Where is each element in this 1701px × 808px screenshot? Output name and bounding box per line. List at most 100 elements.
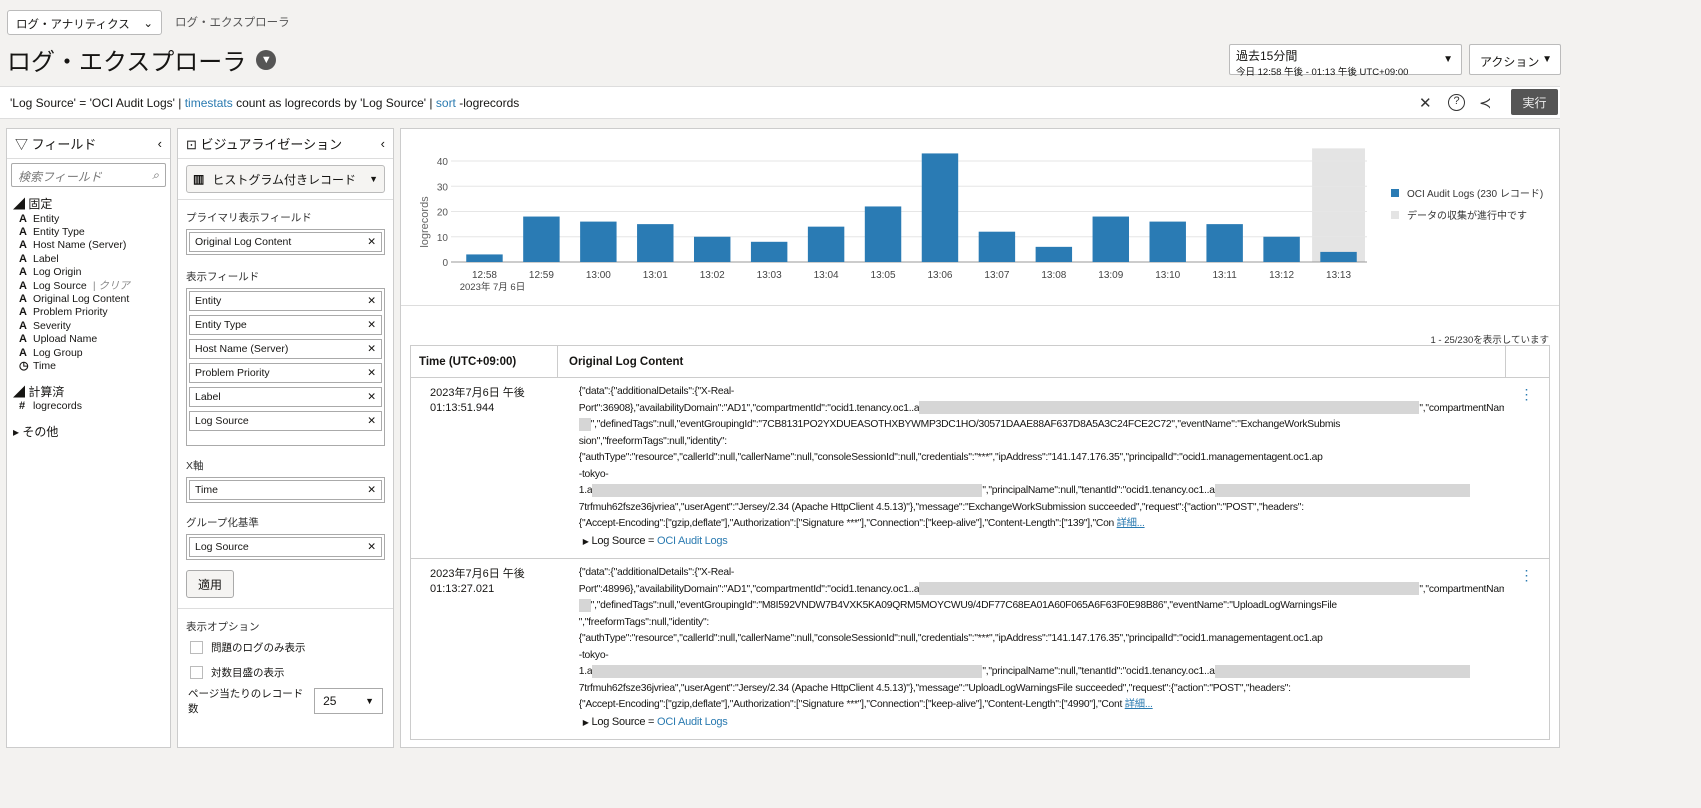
- actions-button[interactable]: アクション ▼: [1469, 44, 1561, 75]
- field-item[interactable]: A Problem Priority: [7, 306, 170, 319]
- column-header-content[interactable]: Original Log Content: [558, 346, 1506, 377]
- field-item[interactable]: A Upload Name: [7, 333, 170, 346]
- field-item[interactable]: A Log Group: [7, 346, 170, 359]
- bar: [1263, 236, 1300, 262]
- time-range-value: 過去15分間: [1236, 49, 1298, 63]
- log-text: ","principalName":null,"tenantId":"ocid1…: [982, 485, 1215, 496]
- y-tick-label: 20: [437, 208, 449, 219]
- redacted-block: [578, 598, 591, 612]
- filter-icon[interactable]: ▼: [256, 49, 277, 70]
- row-actions-icon[interactable]: ⋮: [1504, 378, 1549, 558]
- field-chip[interactable]: Host Name (Server) ✕: [189, 339, 382, 359]
- time-range-select[interactable]: 過去15分間 今日 12:58 午後 - 01:13 午後 UTC+09:00 ▼: [1229, 44, 1462, 78]
- remove-icon[interactable]: ✕: [367, 415, 376, 427]
- remove-icon[interactable]: ✕: [367, 484, 376, 496]
- bar: [1092, 216, 1130, 262]
- field-item[interactable]: A Label: [7, 252, 170, 265]
- field-chip[interactable]: Log Source ✕: [189, 411, 382, 431]
- log-text: {"Accept-Encoding":["gzip,deflate"],"Aut…: [578, 699, 1125, 710]
- collapse-icon[interactable]: ‹: [381, 136, 385, 151]
- checkbox-label: 対数目盛の表示: [211, 667, 285, 679]
- field-item[interactable]: # logrecords: [7, 400, 170, 413]
- bar: [637, 224, 674, 262]
- field-type-icon: A: [19, 346, 27, 359]
- field-chip[interactable]: Log Source ✕: [189, 537, 382, 557]
- field-chip[interactable]: Label ✕: [189, 387, 382, 407]
- breadcrumb[interactable]: ログ・エクスプローラ: [175, 14, 290, 30]
- group-pinned[interactable]: ◢ 固定: [7, 191, 170, 212]
- primary-field-label: プライマリ表示フィールド: [186, 212, 312, 224]
- x-tick-label: 13:04: [814, 270, 839, 281]
- group-computed[interactable]: ◢ 計算済: [7, 379, 170, 400]
- attr-label: Log Source =: [591, 534, 658, 547]
- remove-icon[interactable]: ✕: [367, 236, 376, 248]
- field-item[interactable]: A Severity: [7, 319, 170, 332]
- x-tick-label: 13:01: [643, 270, 668, 281]
- histogram-icon: ▥: [193, 172, 205, 186]
- remove-icon[interactable]: ✕: [367, 319, 376, 331]
- per-page-label: ページ当たりのレコード数: [188, 688, 304, 715]
- details-link[interactable]: 詳細...: [1117, 518, 1145, 529]
- x-tick-label: 13:00: [586, 270, 611, 281]
- field-type-icon: A: [19, 306, 27, 319]
- share-icon[interactable]: ≺: [1479, 94, 1492, 112]
- field-item[interactable]: A Original Log Content: [7, 292, 170, 305]
- log-line: sion","freeformTags":null,"identity":: [579, 434, 1504, 451]
- field-item[interactable]: A Log Source | クリア: [7, 278, 170, 293]
- y-tick-label: 30: [437, 182, 449, 193]
- field-chip[interactable]: Original Log Content ✕: [189, 232, 382, 252]
- redacted-block: [592, 483, 983, 497]
- attr-value-link[interactable]: OCI Audit Logs: [657, 535, 728, 547]
- field-chip[interactable]: Problem Priority ✕: [189, 363, 382, 383]
- x-tick-label: 13:03: [757, 270, 782, 281]
- field-chip[interactable]: Entity Type ✕: [189, 315, 382, 335]
- log-scale-checkbox[interactable]: 対数目盛の表示: [178, 659, 393, 684]
- field-item[interactable]: A Log Origin: [7, 266, 170, 279]
- help-icon[interactable]: ?: [1448, 94, 1465, 111]
- remove-icon[interactable]: ✕: [367, 295, 376, 307]
- apply-button[interactable]: 適用: [186, 570, 234, 598]
- field-item[interactable]: A Entity: [7, 212, 170, 225]
- viz-type-select[interactable]: ▥ ヒストグラム付きレコード ▼: [186, 165, 385, 193]
- attr-value-link[interactable]: OCI Audit Logs: [657, 716, 728, 728]
- collapse-icon[interactable]: ‹: [158, 136, 162, 151]
- log-source-attr[interactable]: ▶ Log Source = OCI Audit Logs: [579, 714, 1504, 732]
- redacted-block: [592, 664, 983, 678]
- row-actions-icon[interactable]: ⋮: [1504, 559, 1549, 739]
- remove-icon[interactable]: ✕: [367, 541, 376, 553]
- log-text: Port":36908},"availabilityDomain":"AD1",…: [578, 402, 920, 414]
- field-item[interactable]: A Entity Type: [7, 225, 170, 238]
- app-select[interactable]: ログ・アナリティクス ⌄: [7, 10, 162, 35]
- x-tick-label: 13:05: [871, 270, 896, 281]
- problem-logs-checkbox[interactable]: 問題のログのみ表示: [178, 634, 393, 659]
- clear-icon[interactable]: ✕: [1419, 94, 1432, 112]
- clear-filter-link[interactable]: | クリア: [93, 278, 130, 293]
- group-other[interactable]: ▸ その他: [7, 419, 170, 440]
- table-row[interactable]: 2023年7月6日 午後 01:13:51.944 {"data":{"additi…: [410, 378, 1550, 559]
- field-chip[interactable]: Entity ✕: [189, 291, 382, 311]
- details-link[interactable]: 詳細...: [1125, 699, 1153, 710]
- remove-icon[interactable]: ✕: [367, 367, 376, 379]
- per-page-select[interactable]: 25 ▼: [314, 688, 383, 714]
- remove-icon[interactable]: ✕: [367, 343, 376, 355]
- table-row[interactable]: 2023年7月6日 午後 01:13:27.021 {"data":{"additi…: [410, 559, 1550, 740]
- checkbox[interactable]: [190, 666, 203, 679]
- field-chip[interactable]: Time ✕: [189, 480, 382, 500]
- caret-down-icon: ▼: [365, 696, 374, 706]
- log-source-attr[interactable]: ▶ Log Source = OCI Audit Logs: [579, 533, 1504, 551]
- field-item[interactable]: ◷ Time: [7, 359, 170, 373]
- log-text: 7trfmuh62fsze36jvriea","userAgent":"Jers…: [578, 682, 1291, 694]
- table-header: Time (UTC+09:00) Original Log Content: [410, 345, 1550, 378]
- column-header-time[interactable]: Time (UTC+09:00): [411, 346, 558, 377]
- query-input[interactable]: 'Log Source' = 'OCI Audit Logs' | timest…: [0, 86, 1560, 119]
- x-tick-label: 13:10: [1155, 270, 1180, 281]
- field-search-input[interactable]: 検索フィールド ⌕: [11, 163, 166, 187]
- x-axis-label: X軸: [186, 460, 204, 472]
- remove-icon[interactable]: ✕: [367, 391, 376, 403]
- chip-label: Label: [195, 391, 221, 403]
- field-type-icon: A: [19, 252, 27, 265]
- run-button[interactable]: 実行: [1511, 89, 1558, 115]
- field-item[interactable]: A Host Name (Server): [7, 239, 170, 252]
- y-tick-label: 0: [442, 258, 448, 269]
- checkbox[interactable]: [190, 641, 203, 654]
